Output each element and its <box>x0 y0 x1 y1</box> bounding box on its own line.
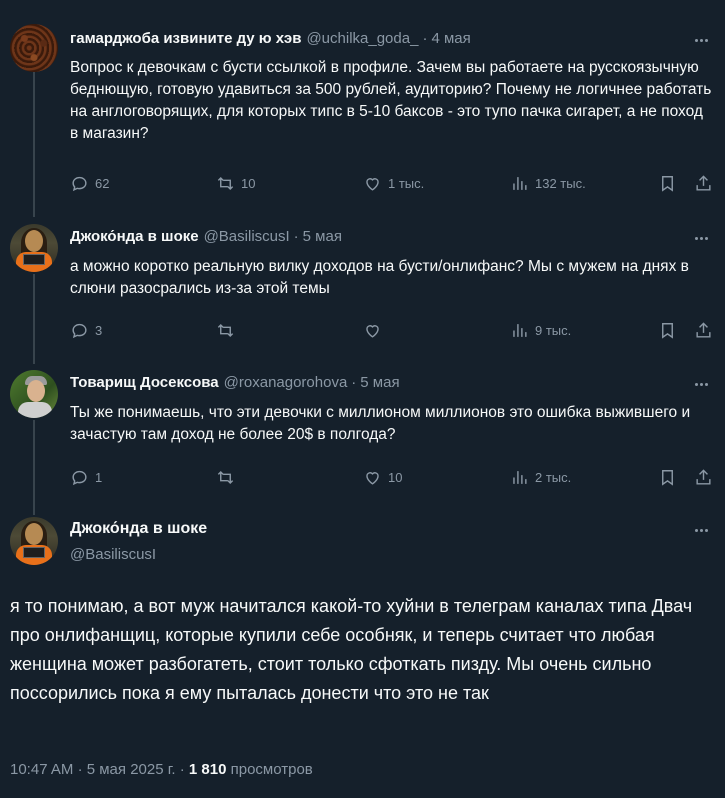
tweet-time[interactable]: 10:47 AM <box>10 761 73 778</box>
tweet-text: я то понимаю, а вот муж начитался какой-… <box>10 596 693 703</box>
bookmark-icon <box>662 469 673 486</box>
retweet-icon <box>217 323 234 337</box>
share-icon <box>696 174 711 191</box>
like-icon <box>366 324 379 338</box>
tweet-date[interactable]: 5 мая <box>360 374 399 391</box>
author-handle[interactable]: @BasiliscusI <box>204 228 290 245</box>
tweet-date[interactable]: 5 мая <box>303 228 342 245</box>
reply-count: 1 <box>95 469 103 485</box>
action-bar: 62 10 1 тыс. 132 тыс. <box>70 171 715 195</box>
author-handle[interactable]: @BasiliscusI <box>70 546 156 563</box>
views-count: 1 810 <box>188 761 227 778</box>
tweet-text: а можно коротко реальную вилку доходов н… <box>70 258 689 297</box>
views-button[interactable]: 9 тыс. <box>510 318 571 342</box>
retweet-icon <box>217 176 234 190</box>
tweet-header: Товарищ Досексова @roxanagorohova · 5 ма… <box>70 374 400 391</box>
retweet-button[interactable] <box>216 318 241 342</box>
tweet-meta: 10:47 AM · 5 мая 2025 г. · 1 810 просмот… <box>10 761 313 778</box>
views-icon <box>513 176 527 190</box>
bookmark-icon <box>662 322 673 339</box>
separator: · <box>293 228 299 245</box>
like-icon <box>366 177 379 191</box>
action-bar: 3 9 тыс. <box>70 318 715 342</box>
separator: · <box>77 761 83 778</box>
more-icon[interactable] <box>691 30 711 50</box>
reply-button[interactable]: 1 <box>70 465 102 489</box>
share-icon <box>696 468 711 485</box>
tweet[interactable]: гамарджоба извините ду ю хэв @uchilka_go… <box>0 0 725 210</box>
author-name[interactable]: гамарджоба извините ду ю хэв <box>70 30 301 47</box>
action-bar: 1 10 2 тыс. <box>70 465 715 489</box>
avatar[interactable] <box>10 224 58 272</box>
views-label: просмотров <box>230 761 313 778</box>
views-button[interactable]: 2 тыс. <box>510 465 571 489</box>
tweet-header: Джоко́нда в шоке @BasiliscusI · 5 мая <box>70 228 342 245</box>
author-name[interactable]: Джоко́нда в шоке <box>70 520 207 538</box>
tweet-text: Вопрос к девочкам с бусти ссылкой в проф… <box>70 59 712 142</box>
reply-button[interactable]: 62 <box>70 171 109 195</box>
reply-count: 3 <box>95 322 103 338</box>
like-icon <box>366 471 379 485</box>
avatar[interactable] <box>10 24 58 72</box>
views-icon <box>513 470 527 484</box>
retweet-count: 10 <box>241 175 256 191</box>
author-handle[interactable]: @uchilka_goda_ <box>306 30 418 47</box>
bookmark-button[interactable] <box>658 318 677 342</box>
like-button[interactable]: 10 <box>363 465 402 489</box>
share-icon <box>696 321 711 338</box>
tweet[interactable]: Товарищ Досексова @roxanagorohova · 5 ма… <box>0 360 725 510</box>
views-button[interactable]: 132 тыс. <box>510 171 586 195</box>
author-name[interactable]: Джоко́нда в шоке <box>70 228 199 245</box>
avatar[interactable] <box>10 370 58 418</box>
author-name[interactable]: Товарищ Досексова <box>70 374 219 391</box>
retweet-button[interactable] <box>216 465 241 489</box>
views-count: 132 тыс. <box>535 175 586 191</box>
reply-button[interactable]: 3 <box>70 318 102 342</box>
like-count: 1 тыс. <box>388 175 425 191</box>
views-count: 2 тыс. <box>535 469 572 485</box>
like-button[interactable] <box>363 318 388 342</box>
more-icon[interactable] <box>691 228 711 248</box>
more-icon[interactable] <box>691 374 711 394</box>
share-button[interactable] <box>694 171 713 195</box>
share-button[interactable] <box>694 318 713 342</box>
retweet-button[interactable]: 10 <box>216 171 255 195</box>
tweet-date[interactable]: 4 мая <box>431 30 470 47</box>
reply-icon <box>72 176 87 191</box>
bookmark-icon <box>662 175 673 192</box>
like-count: 10 <box>388 469 403 485</box>
bookmark-button[interactable] <box>658 465 677 489</box>
avatar[interactable] <box>10 517 58 565</box>
tweet-date[interactable]: 5 мая 2025 г. <box>87 761 176 778</box>
reply-icon <box>72 323 87 338</box>
reply-count: 62 <box>95 175 110 191</box>
like-button[interactable]: 1 тыс. <box>363 171 424 195</box>
separator: · <box>351 374 357 391</box>
separator: · <box>422 30 428 47</box>
retweet-icon <box>217 470 234 484</box>
reply-icon <box>72 470 87 485</box>
tweet-header: гамарджоба извините ду ю хэв @uchilka_go… <box>70 30 471 47</box>
share-button[interactable] <box>694 465 713 489</box>
bookmark-button[interactable] <box>658 171 677 195</box>
views-icon <box>513 323 527 337</box>
tweet-text: Ты же понимаешь, что эти девочки с милли… <box>70 404 691 443</box>
separator: · <box>179 761 185 778</box>
tweet[interactable]: Джоко́нда в шоке @BasiliscusI · 5 мая а … <box>0 210 725 360</box>
author-handle[interactable]: @roxanagorohova <box>224 374 348 391</box>
more-icon[interactable] <box>691 520 711 540</box>
views-count: 9 тыс. <box>535 322 572 338</box>
